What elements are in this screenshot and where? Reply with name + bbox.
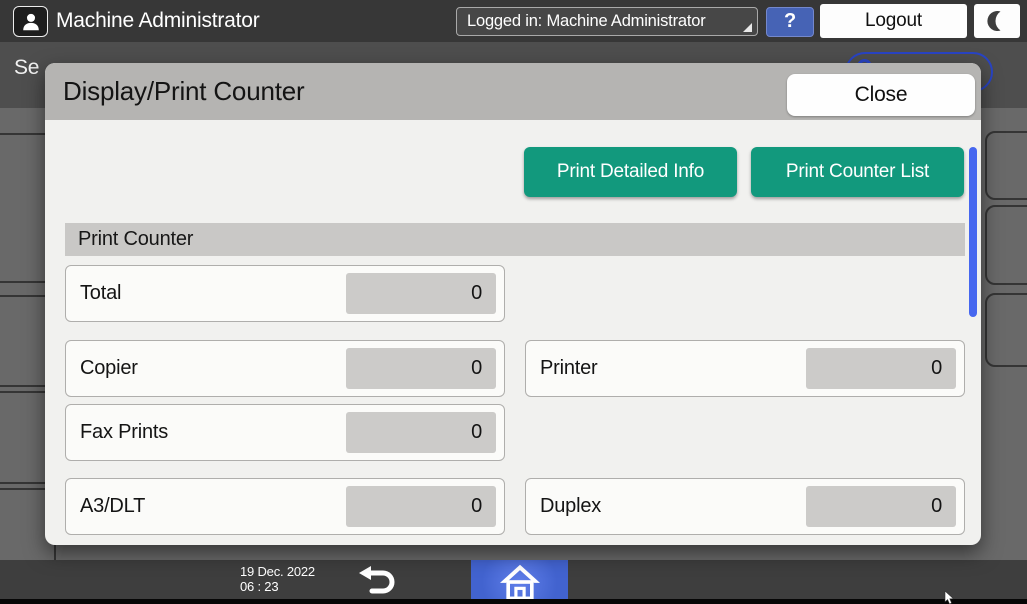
background-list-item bbox=[985, 205, 1027, 285]
mouse-cursor-icon bbox=[944, 591, 956, 604]
home-button[interactable] bbox=[471, 560, 568, 604]
counter-row-total: Total 0 bbox=[65, 265, 505, 322]
counter-value: 0 bbox=[346, 273, 496, 314]
counter-row-duplex: Duplex 0 bbox=[525, 478, 965, 535]
top-bar: Machine Administrator Logged in: Machine… bbox=[0, 0, 1027, 42]
bottom-bar: 19 Dec. 202206 : 23 bbox=[0, 560, 1027, 604]
dialog-title: Display/Print Counter bbox=[63, 63, 304, 120]
counter-row-copier: Copier 0 bbox=[65, 340, 505, 397]
counter-label: Fax Prints bbox=[80, 405, 168, 459]
time-label: 06 : 23 bbox=[240, 579, 278, 594]
counter-value: 0 bbox=[806, 486, 956, 527]
counter-row-fax-prints: Fax Prints 0 bbox=[65, 404, 505, 461]
moon-icon bbox=[985, 9, 1009, 33]
back-button[interactable] bbox=[352, 563, 404, 601]
back-arrow-icon bbox=[356, 565, 400, 599]
date-time: 19 Dec. 202206 : 23 bbox=[240, 564, 315, 594]
logged-in-label: Logged in: Machine Administrator bbox=[467, 12, 706, 30]
background-list-item bbox=[985, 131, 1027, 200]
display-print-counter-dialog: Display/Print Counter Close Print Detail… bbox=[45, 63, 981, 545]
counter-label: Copier bbox=[80, 341, 138, 395]
logout-button[interactable]: Logout bbox=[820, 4, 967, 38]
scrollbar-thumb[interactable] bbox=[969, 147, 977, 317]
screen-bottom-edge bbox=[0, 599, 1027, 604]
date-label: 19 Dec. 2022 bbox=[240, 564, 315, 579]
dialog-header: Display/Print Counter Close bbox=[45, 63, 981, 120]
counter-label: Duplex bbox=[540, 479, 601, 533]
print-detailed-info-button[interactable]: Print Detailed Info bbox=[524, 147, 737, 197]
print-counter-section-header: Print Counter bbox=[65, 223, 965, 256]
machine-admin-screen: Se Machine Administrator Logged in: Mach… bbox=[0, 0, 1027, 604]
home-icon bbox=[498, 562, 542, 602]
logged-in-dropdown[interactable]: Logged in: Machine Administrator bbox=[456, 7, 758, 36]
counter-row-printer: Printer 0 bbox=[525, 340, 965, 397]
counter-label: Total bbox=[80, 266, 121, 320]
page-title: Machine Administrator bbox=[56, 0, 260, 42]
counter-value: 0 bbox=[346, 348, 496, 389]
user-account-button[interactable] bbox=[13, 6, 48, 37]
background-settings-title: Se bbox=[14, 56, 39, 80]
close-button[interactable]: Close bbox=[787, 74, 975, 116]
print-counter-list-button[interactable]: Print Counter List bbox=[751, 147, 964, 197]
counter-label: A3/DLT bbox=[80, 479, 145, 533]
counter-value: 0 bbox=[346, 486, 496, 527]
dropdown-corner-icon bbox=[743, 23, 752, 32]
counter-value: 0 bbox=[806, 348, 956, 389]
help-button[interactable]: ? bbox=[766, 7, 814, 37]
counter-value: 0 bbox=[346, 412, 496, 453]
counter-label: Printer bbox=[540, 341, 598, 395]
energy-saver-button[interactable] bbox=[974, 4, 1020, 38]
user-icon bbox=[20, 11, 42, 33]
background-list-item bbox=[985, 293, 1027, 367]
counter-row-a3-dlt: A3/DLT 0 bbox=[65, 478, 505, 535]
